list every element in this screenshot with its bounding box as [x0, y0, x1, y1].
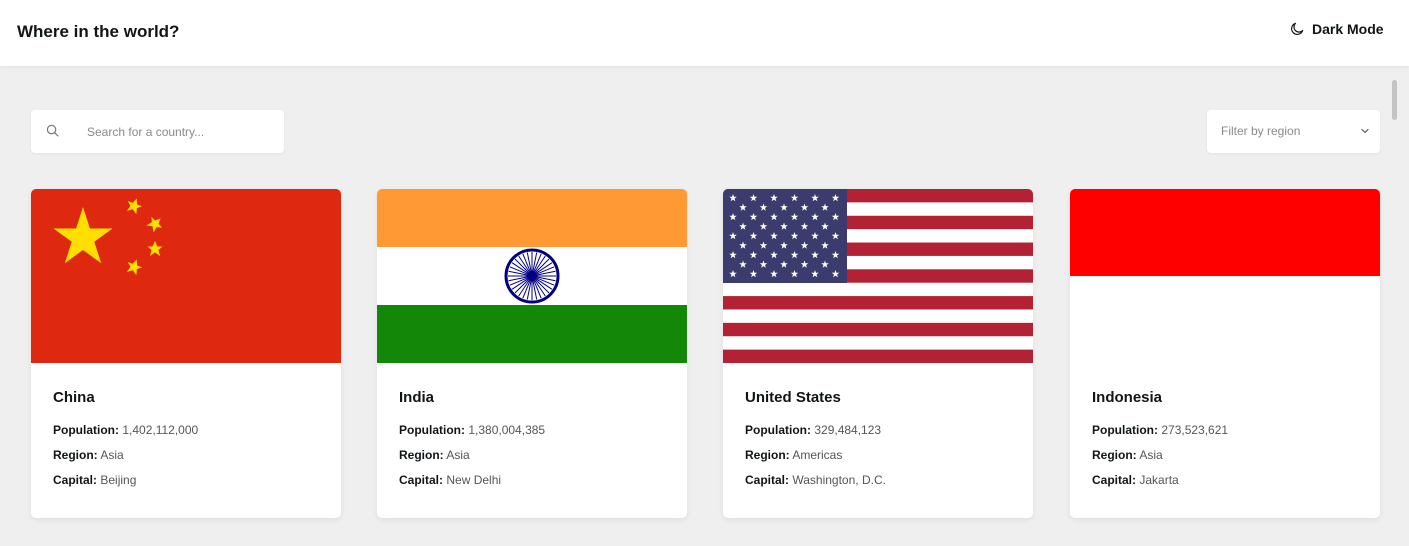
chevron-down-icon — [1361, 128, 1369, 134]
region-value: Asia — [100, 448, 124, 462]
search-icon — [46, 124, 59, 137]
capital-row: Capital: Beijing — [53, 473, 136, 487]
usa-flag — [723, 189, 1033, 363]
population-row: Population: 1,402,112,000 — [53, 423, 198, 437]
population-label: Population: — [399, 423, 465, 437]
region-row: Region: Asia — [53, 448, 124, 462]
capital-label: Capital: — [745, 473, 790, 487]
country-card-india[interactable]: India Population: 1,380,004,385 Region: … — [377, 189, 687, 518]
region-value: Asia — [446, 448, 470, 462]
capital-label: Capital: — [399, 473, 444, 487]
population-row: Population: 273,523,621 — [1092, 423, 1228, 437]
population-row: Population: 1,380,004,385 — [399, 423, 545, 437]
region-row: Region: Asia — [399, 448, 470, 462]
region-row: Region: Americas — [745, 448, 842, 462]
country-card-china[interactable]: China Population: 1,402,112,000 Region: … — [31, 189, 341, 518]
country-card-indonesia[interactable]: Indonesia Population: 273,523,621 Region… — [1070, 189, 1380, 518]
population-label: Population: — [53, 423, 119, 437]
country-name: India — [399, 389, 435, 406]
indonesia-flag — [1070, 189, 1380, 363]
country-name: Indonesia — [1092, 389, 1163, 406]
region-label: Region: — [1092, 448, 1137, 462]
country-name: China — [53, 389, 95, 406]
search-input[interactable] — [87, 110, 277, 153]
region-label: Region: — [745, 448, 790, 462]
region-label: Region: — [399, 448, 444, 462]
country-card-united-states[interactable]: United States Population: 329,484,123 Re… — [723, 189, 1033, 518]
population-label: Population: — [1092, 423, 1158, 437]
capital-value: Washington, D.C. — [792, 473, 886, 487]
page-scrollbar-thumb[interactable] — [1392, 80, 1397, 120]
search-box — [31, 110, 284, 153]
region-row: Region: Asia — [1092, 448, 1163, 462]
capital-label: Capital: — [1092, 473, 1137, 487]
capital-value: Jakarta — [1139, 473, 1179, 487]
china-flag — [31, 189, 341, 363]
capital-label: Capital: — [53, 473, 98, 487]
dark-mode-toggle[interactable]: Dark Mode — [1290, 21, 1384, 37]
region-filter-dropdown[interactable]: Filter by region — [1207, 110, 1380, 153]
region-label: Region: — [53, 448, 98, 462]
population-value: 1,402,112,000 — [122, 423, 199, 437]
india-flag — [377, 189, 687, 363]
app-title: Where in the world? — [17, 22, 180, 41]
population-value: 273,523,621 — [1161, 423, 1229, 437]
population-value: 1,380,004,385 — [468, 423, 546, 437]
top-header: Where in the world? Dark Mode — [0, 0, 1409, 66]
region-value: Americas — [792, 448, 843, 462]
capital-row: Capital: New Delhi — [399, 473, 501, 487]
population-value: 329,484,123 — [814, 423, 882, 437]
capital-row: Capital: Washington, D.C. — [745, 473, 886, 487]
capital-value: Beijing — [100, 473, 137, 487]
population-row: Population: 329,484,123 — [745, 423, 881, 437]
capital-value: New Delhi — [446, 473, 502, 487]
country-name: United States — [745, 389, 841, 406]
region-value: Asia — [1139, 448, 1163, 462]
dark-mode-label: Dark Mode — [1312, 21, 1384, 37]
population-label: Population: — [745, 423, 811, 437]
moon-icon — [1291, 22, 1304, 35]
region-filter-label: Filter by region — [1221, 124, 1301, 138]
capital-row: Capital: Jakarta — [1092, 473, 1179, 487]
